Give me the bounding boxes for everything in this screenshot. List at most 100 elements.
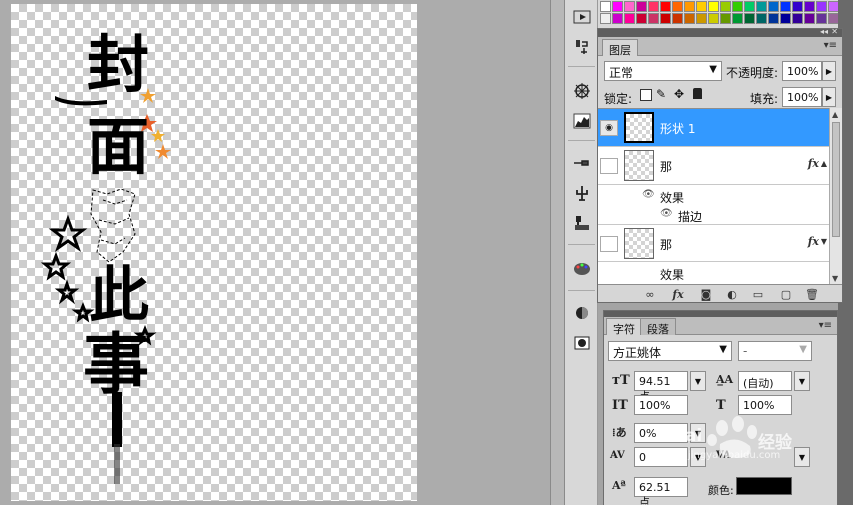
tab-paragraph[interactable]: 段落 [640,318,676,336]
mask-icon[interactable] [571,302,593,324]
layer-visibility-toggle[interactable] [600,158,618,174]
color-swatch[interactable] [768,13,779,24]
color-swatch[interactable] [804,1,815,12]
clone-source-icon[interactable] [571,36,593,58]
color-swatch[interactable] [768,1,779,12]
color-swatch[interactable] [648,1,659,12]
color-swatch[interactable] [672,13,683,24]
color-swatch[interactable] [684,13,695,24]
panel-titlebar[interactable]: ◂◂ ✕ [598,27,842,37]
add-mask-icon[interactable]: ◙ [698,287,714,301]
color-swatch[interactable] [780,1,791,12]
tsume-input[interactable]: 0% [634,423,688,443]
layer-row-shape-1[interactable]: ◉ 形状 1 [598,109,829,147]
navigator-icon[interactable] [571,80,593,102]
font-size-dropdown[interactable]: ▼ [690,371,706,391]
fill-slider-button[interactable]: ▶ [822,87,836,107]
color-swatch[interactable] [828,1,838,12]
layer-row-na-1[interactable]: 那 fx ▲ [598,147,829,185]
color-swatch[interactable] [648,13,659,24]
color-swatch[interactable] [684,1,695,12]
fx-icon[interactable]: fx [808,235,819,248]
color-swatch[interactable] [696,1,707,12]
close-icon[interactable]: ✕ [831,27,838,36]
leading-input[interactable]: (自动) [738,371,792,391]
document-work-area[interactable]: 封 面 此 事 [0,0,550,505]
color-swatch[interactable] [636,1,647,12]
color-swatch[interactable] [600,13,611,24]
lock-transparent-icon[interactable] [640,89,652,101]
color-swatch[interactable] [804,13,815,24]
color-swatch[interactable] [708,13,719,24]
color-swatch[interactable] [792,1,803,12]
color-swatch[interactable] [816,1,827,12]
scroll-thumb[interactable] [832,122,840,237]
color-swatch[interactable] [636,13,647,24]
panel-divider[interactable] [550,0,565,505]
quick-mask-icon[interactable] [571,332,593,354]
color-swatch[interactable] [828,13,838,24]
expand-effects-icon[interactable]: ▲ [821,159,827,168]
fx-icon[interactable]: fx [808,157,819,170]
stroke-eye-icon[interactable]: 👁 [660,208,673,219]
effects-row[interactable]: 效果 [598,263,829,282]
char-panel-menu-icon[interactable]: ▾≡ [819,320,832,331]
color-swatch[interactable] [600,1,611,12]
color-swatch[interactable] [672,1,683,12]
color-swatch[interactable] [744,1,755,12]
color-swatch[interactable] [756,13,767,24]
fill-input[interactable]: 100% [782,87,822,107]
color-swatch[interactable] [720,1,731,12]
color-swatch[interactable] [732,1,743,12]
color-swatch[interactable] [612,13,623,24]
font-style-select[interactable]: - ▼ [738,341,812,361]
tsume-dropdown[interactable]: ▼ [690,423,706,443]
blend-mode-select[interactable]: 正常 ▼ [604,61,722,81]
color-swatch[interactable] [624,13,635,24]
expand-effects-icon[interactable]: ▼ [821,237,827,246]
lock-all-icon[interactable] [693,88,702,99]
new-group-icon[interactable]: ▭ [750,287,766,301]
document-canvas[interactable]: 封 面 此 事 [11,4,417,501]
opacity-slider-button[interactable]: ▶ [822,61,836,81]
lock-move-icon[interactable]: ✥ [674,87,684,101]
collapse-icon[interactable]: ◂◂ [820,27,828,36]
play-icon[interactable] [571,6,593,28]
color-swatch[interactable] [624,1,635,12]
color-swatch[interactable] [744,13,755,24]
effect-stroke-row[interactable]: 👁 描边 [598,205,829,224]
color-swatch[interactable] [696,13,707,24]
histogram-icon[interactable] [571,110,593,132]
text-color-swatch[interactable] [736,477,792,495]
layers-scrollbar[interactable]: ▲ ▼ [829,108,842,285]
color-swatch[interactable] [816,13,827,24]
layer-visibility-toggle[interactable]: ◉ [600,120,618,136]
scroll-up-icon[interactable]: ▲ [832,110,838,119]
color-swatch[interactable] [720,13,731,24]
scroll-down-icon[interactable]: ▼ [832,274,838,283]
stamp-icon[interactable] [571,212,593,234]
color-swatch[interactable] [792,13,803,24]
effects-row[interactable]: 👁 效果 [598,186,829,205]
brush-icon[interactable] [571,152,593,174]
layer-row-na-2[interactable]: 那 fx ▼ [598,224,829,262]
kerning-dropdown[interactable]: ▼ [794,447,810,467]
color-swatch[interactable] [780,13,791,24]
color-swatch[interactable] [708,1,719,12]
font-size-input[interactable]: 94.51 点 [634,371,688,403]
link-layers-icon[interactable]: ∞ [642,287,658,301]
horizontal-scale-input[interactable]: 100% [738,395,792,415]
color-swatch[interactable] [612,1,623,12]
puppet-icon[interactable] [571,182,593,204]
tab-character[interactable]: 字符 [606,318,642,336]
panel-menu-icon[interactable]: ▾≡ [824,40,837,51]
leading-dropdown[interactable]: ▼ [794,371,810,391]
tab-layers[interactable]: 图层 [602,39,638,57]
lock-paint-icon[interactable]: ✎ [656,87,666,101]
delete-layer-icon[interactable]: 🗑 [804,287,820,301]
layer-visibility-toggle[interactable] [600,236,618,252]
color-swatch[interactable] [732,13,743,24]
vertical-scale-input[interactable]: 100% [634,395,688,415]
tracking-input[interactable]: 0 [634,447,688,467]
adjustment-layer-icon[interactable]: ◐ [724,287,740,301]
